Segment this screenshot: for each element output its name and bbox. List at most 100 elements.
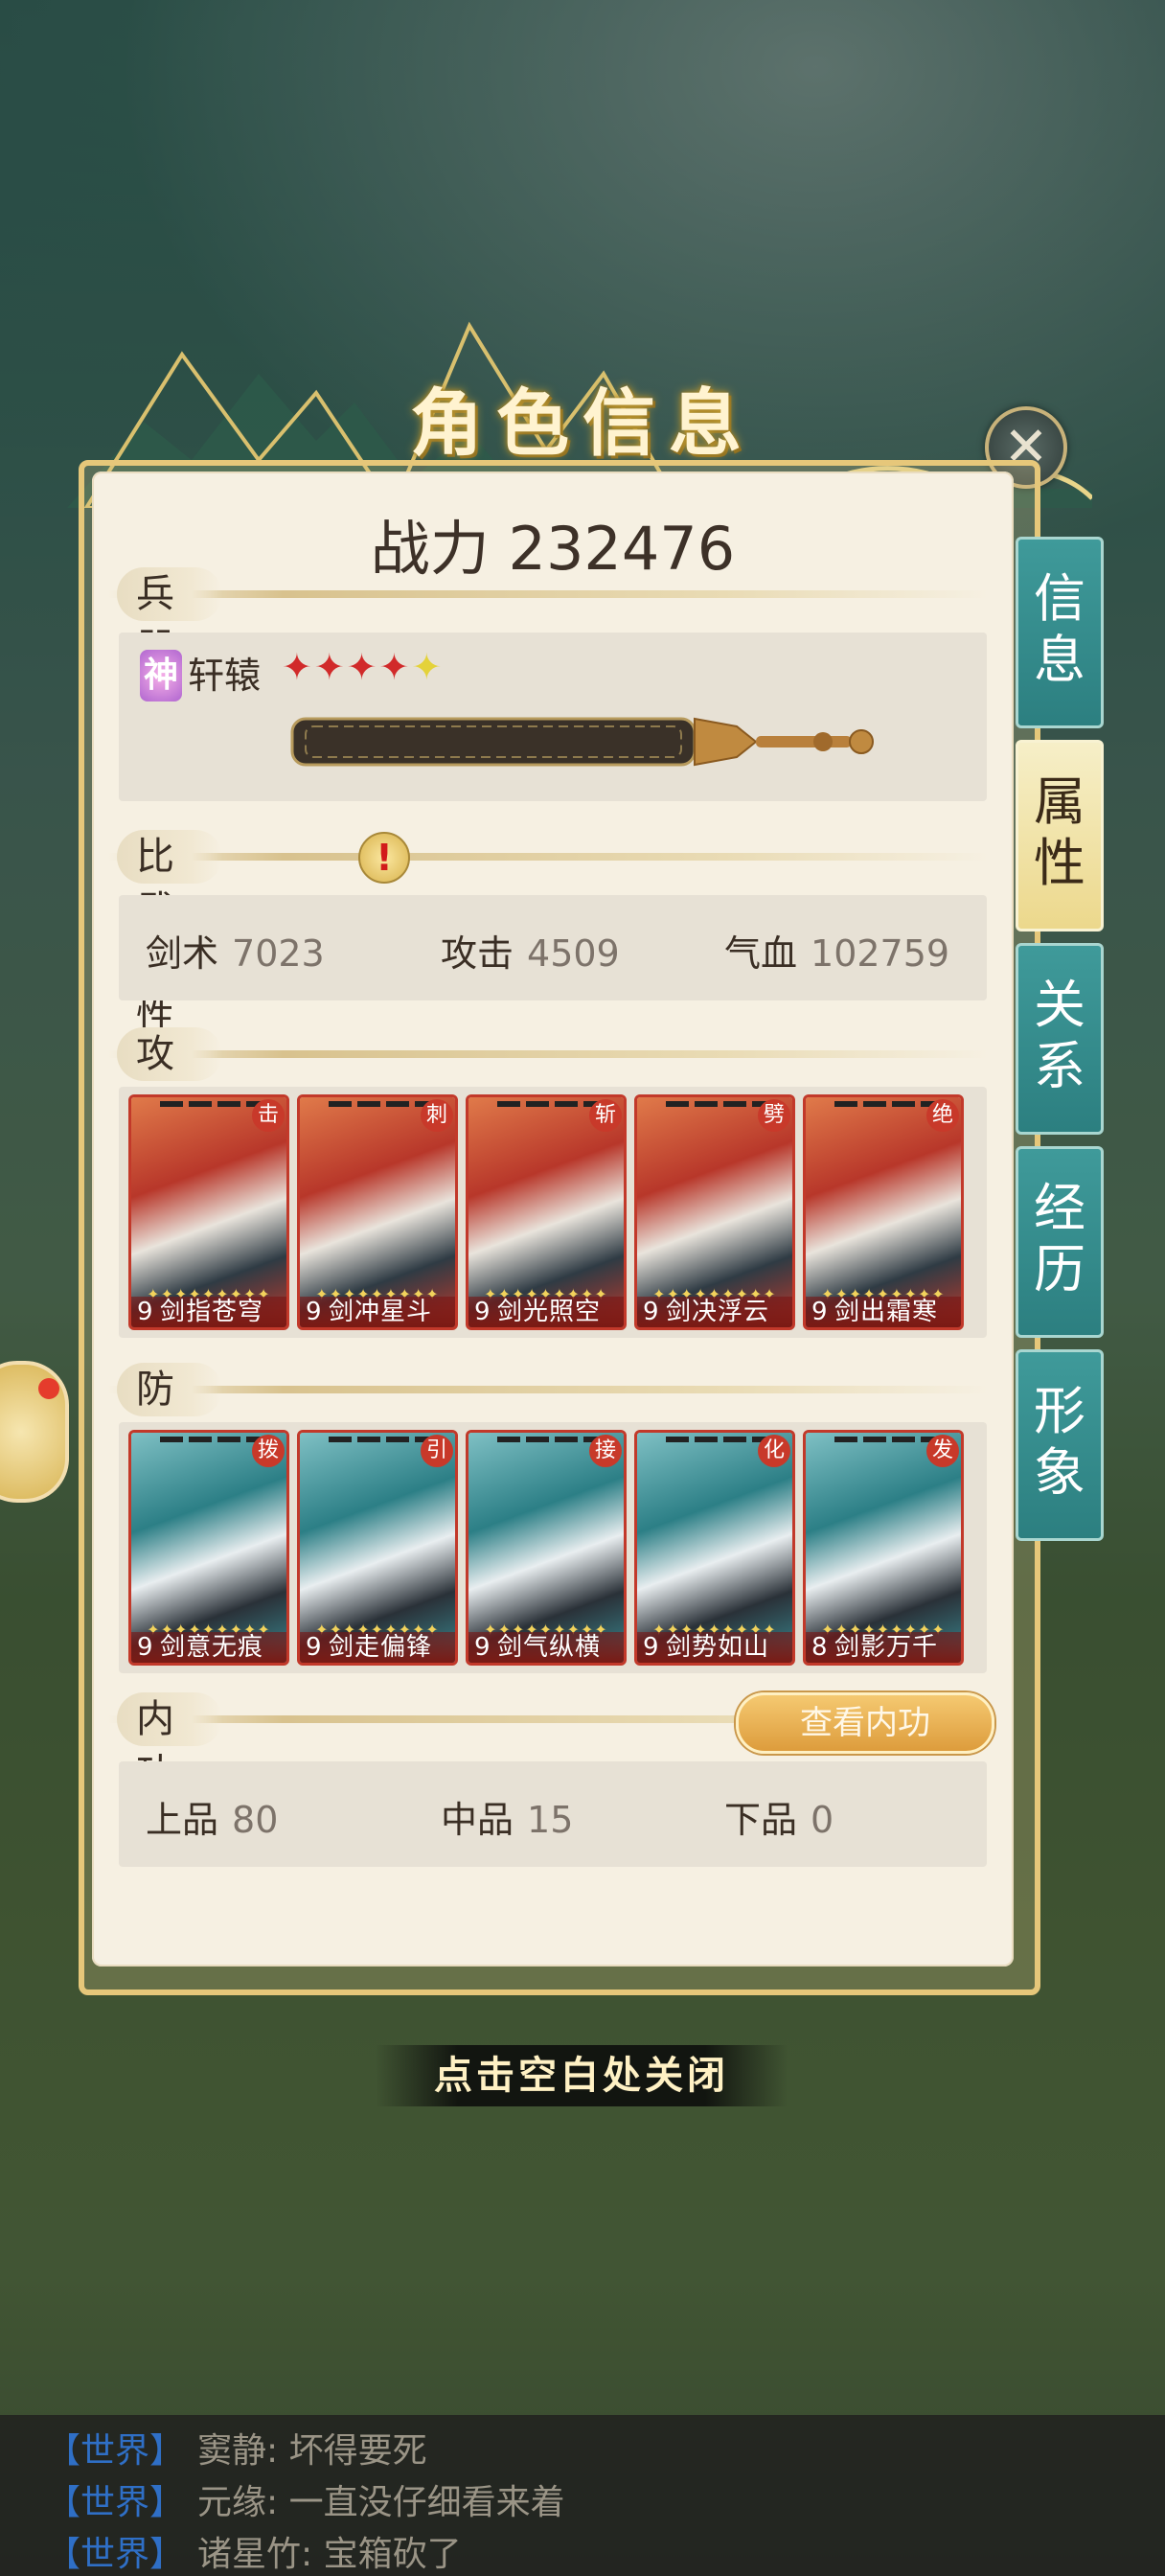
stat-value: 80 [232,1799,279,1841]
move-type-badge: 接 [589,1435,622,1467]
rarity-badge: 神 [140,650,182,702]
inner-stat-low: 下品 0 [724,1790,834,1843]
stat-label: 气血 [724,932,798,975]
move-progress-bars [834,1101,940,1107]
move-footer: 9 剑决浮云 [637,1297,792,1327]
tab-label: 属性 [1034,771,1085,893]
move-level: 9 [474,1298,491,1326]
tab-history[interactable]: 经历 [1016,1146,1104,1338]
move-footer: 8 剑影万千 [806,1632,961,1663]
tab-label: 信息 [1034,568,1085,690]
close-hint[interactable]: 点击空白处关闭 [376,2045,788,2106]
close-hint-label: 点击空白处关闭 [434,2053,729,2098]
tab-attributes[interactable]: 属性 [1016,740,1104,932]
move-footer: 9 剑光照空 [468,1297,624,1327]
stat-value: 0 [811,1799,834,1841]
move-name: 剑影万千 [834,1633,939,1662]
tab-label: 关系 [1034,975,1085,1096]
move-card[interactable]: 劈 ✦✦✦✦✦✦✦✦✦ 9 剑决浮云 [634,1094,795,1330]
move-type-badge: 斩 [589,1099,622,1132]
move-type-badge: 击 [252,1099,285,1132]
stat-value: 4509 [527,932,620,975]
move-card[interactable]: 引 ✦✦✦✦✦✦✦✦✦ 9 剑走偏锋 [297,1430,458,1666]
move-type-badge: 化 [758,1435,790,1467]
move-level: 9 [643,1633,659,1662]
move-footer: 9 剑走偏锋 [300,1632,455,1663]
chat-message: 【世界】 元缘: 一直没仔细看来着 [46,2474,565,2524]
move-level: 9 [137,1298,153,1326]
gold-star: ✦ [411,646,445,688]
side-avatar-button[interactable] [0,1361,69,1503]
move-card[interactable]: 击 ✦✦✦✦✦✦✦✦✦ 9 剑指苍穹 [128,1094,289,1330]
section-divider [107,590,989,598]
move-type-badge: 拨 [252,1435,285,1467]
chat-channel: 【世界】 [46,2431,185,2471]
move-progress-bars [497,1101,603,1107]
chat-channel: 【世界】 [46,2535,185,2574]
stat-label: 攻击 [441,932,514,975]
chat-text: 窦静: 坏得要死 [197,2431,427,2471]
move-name: 剑气纵横 [497,1633,602,1662]
attack-moves-row: 击 ✦✦✦✦✦✦✦✦✦ 9 剑指苍穹刺 ✦✦✦✦✦✦✦✦✦ 9 剑冲星斗斩 ✦✦✦✦✦✦✦✦✦… [119,1087,987,1338]
battle-stats-box: 剑术 7023 攻击 4509 气血 102759 [119,895,987,1000]
weapon-name: 轩辕 [188,655,262,697]
view-inner-button[interactable]: 查看内功 [736,1692,994,1754]
move-progress-bars [160,1101,265,1107]
world-chat[interactable]: 【世界】 窦静: 坏得要死 【世界】 元缘: 一直没仔细看来着 【世界】 诸星竹: 宝… [0,2415,1165,2576]
inner-stat-mid: 中品 15 [441,1790,573,1843]
move-footer: 9 剑指苍穹 [131,1297,286,1327]
stat-value: 7023 [232,932,325,975]
section-divider [107,853,989,861]
move-type-badge: 引 [421,1435,453,1467]
stat-attack: 攻击 4509 [441,924,620,977]
move-progress-bars [329,1101,434,1107]
tab-label: 形象 [1034,1381,1085,1503]
move-card[interactable]: 化 ✦✦✦✦✦✦✦✦✦ 9 剑势如山 [634,1430,795,1666]
section-pill: 防御招式 [117,1363,222,1573]
move-footer: 9 剑出霜寒 [806,1297,961,1327]
move-name: 剑指苍穹 [160,1298,264,1326]
move-level: 9 [474,1633,491,1662]
chat-message: 【世界】 窦静: 坏得要死 [46,2423,427,2472]
stat-label: 上品 [146,1799,219,1841]
tab-relations[interactable]: 关系 [1016,943,1104,1135]
move-level: 9 [811,1298,828,1326]
move-card[interactable]: 斩 ✦✦✦✦✦✦✦✦✦ 9 剑光照空 [466,1094,627,1330]
page-title: 角色信息 [410,380,755,466]
stat-sword-skill: 剑术 7023 [146,924,325,977]
stat-label: 下品 [724,1799,798,1841]
move-card[interactable]: 发 ✦✦✦✦✦✦✦✦✦ 8 剑影万千 [803,1430,964,1666]
inner-stats-box: 上品 80 中品 15 下品 0 [119,1761,987,1867]
move-type-badge: 刺 [421,1099,453,1132]
info-panel: 战力 232476 兵器 神 轩辕 ✦✦✦✦✦ 比武属性 ! 剑术 7023 攻击… [92,472,1014,1966]
chat-message: 【世界】 诸星竹: 宝箱砍了 [46,2526,462,2576]
section-pill: 内功 [117,1692,222,1795]
defense-moves-row: 拨 ✦✦✦✦✦✦✦✦✦ 9 剑意无痕引 ✦✦✦✦✦✦✦✦✦ 9 剑走偏锋接 ✦✦✦✦✦✦✦✦✦… [119,1422,987,1673]
move-card[interactable]: 绝 ✦✦✦✦✦✦✦✦✦ 9 剑出霜寒 [803,1094,964,1330]
sword-icon [290,717,874,767]
move-footer: 9 剑气纵横 [468,1632,624,1663]
tab-appearance[interactable]: 形象 [1016,1349,1104,1541]
tab-info[interactable]: 信息 [1016,537,1104,728]
move-progress-bars [329,1437,434,1442]
move-card[interactable]: 拨 ✦✦✦✦✦✦✦✦✦ 9 剑意无痕 [128,1430,289,1666]
warning-icon[interactable]: ! [358,832,410,884]
weapon-box[interactable]: 神 轩辕 ✦✦✦✦✦ [119,632,987,801]
move-footer: 9 剑冲星斗 [300,1297,455,1327]
move-type-badge: 劈 [758,1099,790,1132]
red-stars: ✦✦✦✦ [282,646,412,688]
tab-label: 经历 [1034,1178,1085,1300]
move-progress-bars [666,1437,771,1442]
stat-value: 102759 [811,932,950,975]
chat-channel: 【世界】 [46,2483,185,2522]
move-type-badge: 发 [926,1435,959,1467]
move-card[interactable]: 接 ✦✦✦✦✦✦✦✦✦ 9 剑气纵横 [466,1430,627,1666]
move-name: 剑意无痕 [160,1633,264,1662]
move-name: 剑冲星斗 [329,1298,433,1326]
section-divider [107,1050,989,1058]
notification-dot [38,1378,59,1399]
move-level: 9 [643,1298,659,1326]
inner-stat-high: 上品 80 [146,1790,278,1843]
move-card[interactable]: 刺 ✦✦✦✦✦✦✦✦✦ 9 剑冲星斗 [297,1094,458,1330]
section-divider [107,1386,989,1393]
